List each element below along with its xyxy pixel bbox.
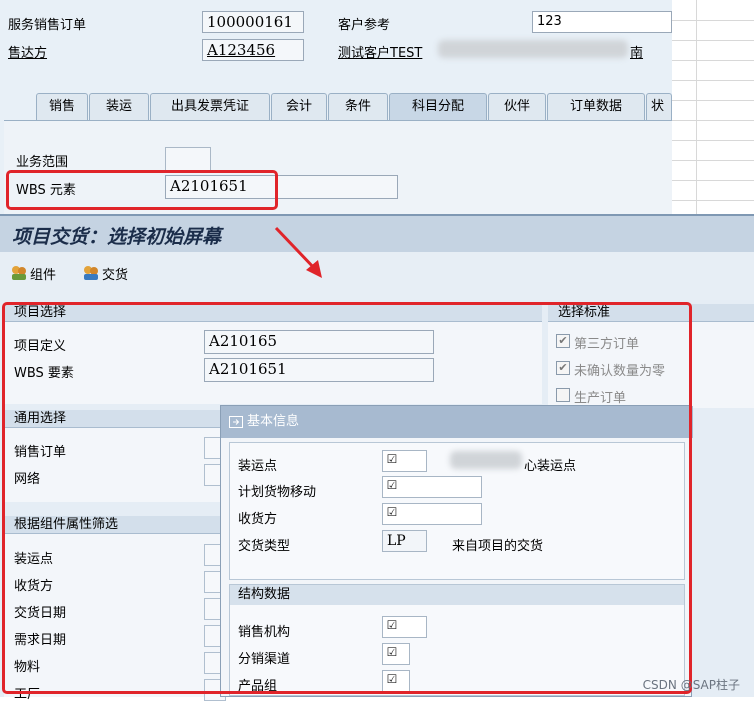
redacted-blur	[438, 40, 628, 58]
pointer-arrow	[274, 226, 322, 278]
components-button[interactable]: 组件	[10, 262, 56, 284]
tab-accounting[interactable]: 会计	[271, 93, 327, 120]
spreadsheet-background	[672, 0, 754, 214]
customer-ref-field[interactable]: 123	[532, 11, 672, 33]
tab-order-data[interactable]: 订单数据	[547, 93, 645, 120]
tab-account-assignment[interactable]: 科目分配	[389, 93, 487, 120]
tab-shipping[interactable]: 装运	[89, 93, 149, 120]
screen-title: 项目交货：选择初始屏幕	[12, 226, 222, 248]
sold-to-field[interactable]: A123456	[202, 39, 304, 61]
selection-highlight-box	[2, 302, 692, 694]
delivery-label: 交货	[102, 267, 129, 283]
toolbar: 组件 交货	[0, 252, 754, 300]
tab-billing[interactable]: 出具发票凭证	[150, 93, 270, 120]
title-bar: 项目交货：选择初始屏幕	[0, 214, 754, 252]
customer-ref-label: 客户参考	[338, 18, 391, 33]
tab-sales[interactable]: 销售	[36, 93, 88, 120]
tab-status[interactable]: 状态	[646, 93, 672, 120]
tab-partners[interactable]: 伙伴	[488, 93, 546, 120]
business-area-label: 业务范围	[16, 155, 69, 170]
sold-to-label[interactable]: 售达方	[8, 42, 47, 61]
components-label: 组件	[30, 267, 57, 283]
sold-to-name: 测试客户TEST	[338, 46, 423, 61]
components-icon	[12, 266, 26, 280]
tab-conditions[interactable]: 条件	[328, 93, 388, 120]
sold-to-suffix: 南	[630, 46, 644, 61]
wbs-highlight-box	[6, 170, 278, 210]
delivery-button[interactable]: 交货	[82, 262, 128, 284]
delivery-icon	[84, 266, 98, 280]
watermark: CSDN @SAP柱子	[642, 678, 740, 692]
order-number-field[interactable]: 100000161	[202, 11, 304, 33]
business-area-field[interactable]	[165, 147, 211, 171]
order-label: 服务销售订单	[8, 18, 87, 33]
